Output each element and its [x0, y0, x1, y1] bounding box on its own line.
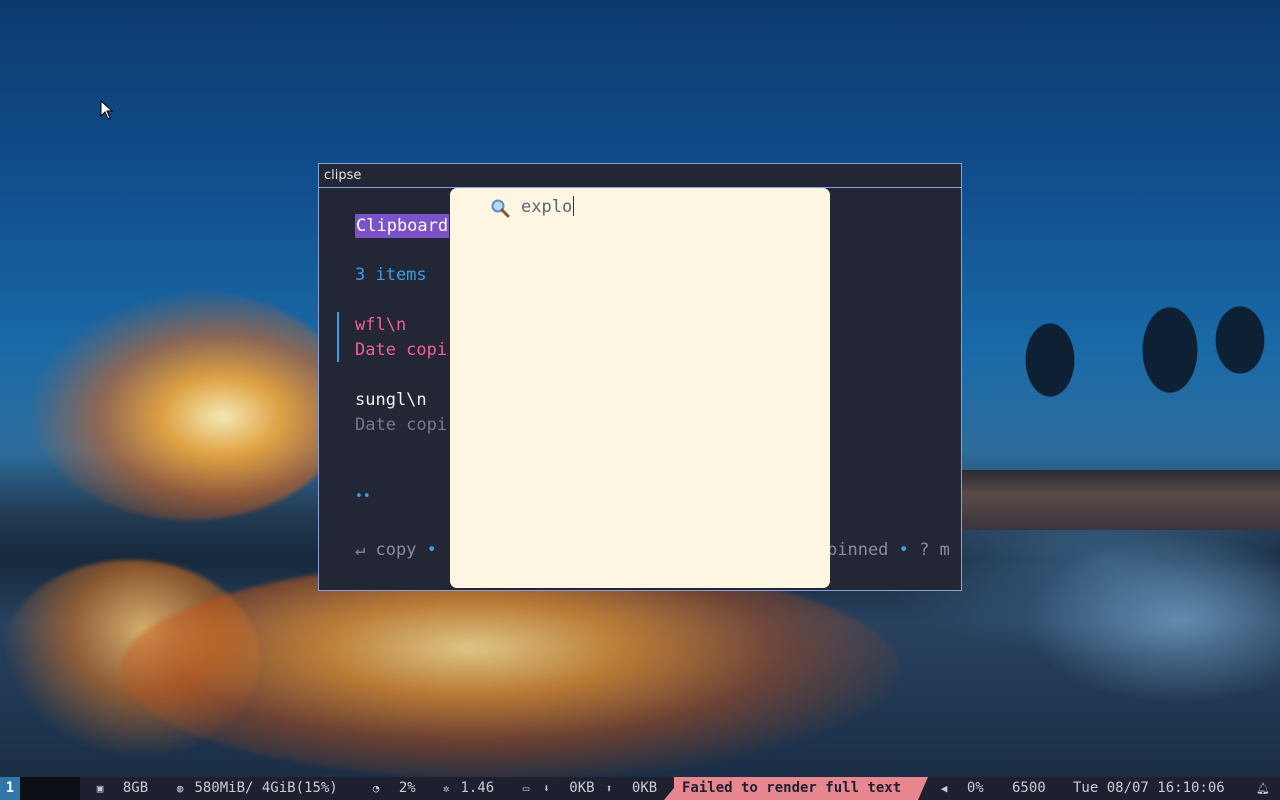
help-more: ? m: [919, 540, 950, 560]
memory-module: ◍ 580MiB/ 4GiB(15%): [174, 777, 338, 800]
load-value: 1.46: [460, 780, 495, 796]
search-query: explo: [521, 197, 573, 217]
disk-module: ▣ 8GB: [94, 777, 148, 800]
temperature-value: 6500: [1012, 780, 1046, 796]
search-icon: [491, 199, 510, 218]
cpu-value: 2%: [398, 780, 416, 796]
mouse-pointer-icon: [100, 100, 114, 120]
window-title[interactable]: clipse: [319, 164, 961, 188]
list-item-date: Date copi: [355, 415, 448, 435]
load-module: ✲ 1.46: [440, 777, 494, 800]
volume-module[interactable]: ◀ 0%: [938, 777, 984, 800]
wallpaper-shore: [962, 470, 1280, 530]
clipboard-header: Clipboard: [355, 214, 450, 238]
volume-value: 0%: [966, 780, 984, 796]
list-item-title[interactable]: wfl\n: [355, 315, 406, 335]
disk-icon: ▣: [96, 782, 104, 795]
cpu-module: ◔ 2%: [370, 777, 416, 800]
text-caret: [573, 196, 575, 216]
pagination-dots: ••: [355, 489, 371, 504]
wallpaper-trees: [990, 290, 1280, 480]
list-item-title[interactable]: sungl\n: [355, 390, 427, 410]
selection-indicator: [337, 312, 339, 362]
disk-value: 8GB: [122, 780, 149, 796]
search-input[interactable]: explo: [521, 196, 575, 217]
help-bar-left: ↵ copy •: [355, 540, 437, 560]
search-popup[interactable]: explo: [450, 188, 830, 588]
wallpaper-light-reflection: [120, 560, 900, 777]
cpu-icon: ◔: [372, 782, 380, 795]
speaker-icon: ◀: [940, 782, 948, 795]
net-up-value: 0KB: [631, 780, 658, 796]
error-alert: Failed to render full text: [664, 777, 928, 800]
workspace-indicator[interactable]: 1: [0, 777, 20, 800]
download-icon: ⬇: [543, 782, 550, 795]
notification-module[interactable]: 🔔︎: [1256, 777, 1270, 800]
gear-icon: ✲: [442, 782, 450, 795]
datetime: Tue 08/07 16:10:06: [1073, 780, 1225, 796]
help-separator: •: [426, 540, 437, 560]
memory-value: 580MiB/ 4GiB(15%): [194, 780, 338, 796]
item-count: 3 items: [355, 265, 427, 285]
help-separator: •: [898, 540, 909, 560]
status-bar: 1 ▣ 8GB ◍ 580MiB/ 4GiB(15%) ◔ 2% ✲ 1.46 …: [0, 777, 1280, 800]
list-item-date: Date copi: [355, 340, 448, 360]
memory-icon: ◍: [176, 782, 184, 795]
net-down-value: 0KB: [569, 780, 595, 796]
upload-icon: ⬆: [605, 782, 613, 795]
help-pinned: pinned: [827, 540, 889, 560]
bell-icon: 🔔︎: [1256, 782, 1270, 795]
workspace-gap: [20, 777, 80, 800]
help-bar-right: pinned • ? m: [827, 540, 950, 560]
network-module: ▭ ⬇ 0KB ⬆ 0KB: [520, 777, 658, 800]
network-icon: ▭: [522, 782, 530, 795]
wallpaper-light-trail: [30, 290, 350, 520]
help-copy: ↵ copy: [355, 540, 417, 560]
